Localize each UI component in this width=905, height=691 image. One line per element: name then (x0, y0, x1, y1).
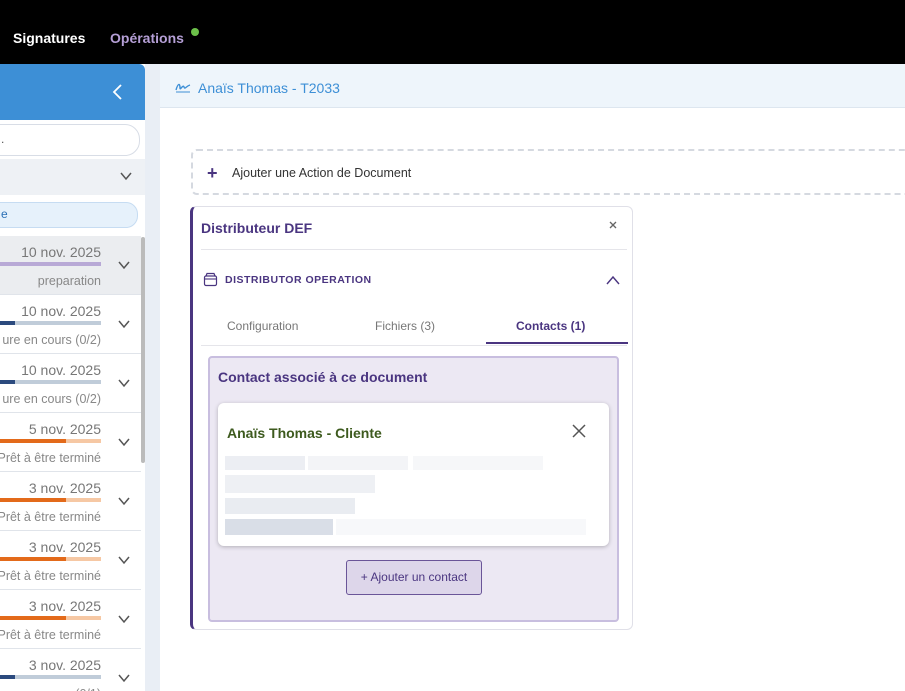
redacted-contact-detail (225, 456, 305, 470)
row-progress-bar (0, 557, 101, 561)
row-date: 10 nov. 2025 (21, 244, 101, 260)
tab-contacts[interactable]: Contacts (1) (516, 319, 585, 333)
nav-signatures[interactable]: Signatures (13, 30, 85, 46)
row-status: Prêt à être terminé (0, 628, 101, 642)
tab-files[interactable]: Fichiers (3) (375, 319, 435, 333)
main-panel: Anaïs Thomas - T2033 + Ajouter une Actio… (160, 64, 905, 691)
sidebar-search-value: . (1, 132, 5, 146)
row-progress-bar (0, 498, 101, 502)
sidebar-operation-row[interactable]: 3 nov. 2025 ure en cours (0/1) (0, 649, 141, 691)
row-progress-bar (0, 380, 101, 384)
redacted-contact-detail (413, 456, 543, 470)
row-status: ure en cours (0/1) (2, 687, 101, 691)
chevron-down-icon (120, 172, 132, 181)
section-label: DISTRIBUTOR OPERATION (225, 274, 372, 286)
sidebar-operation-row[interactable]: 10 nov. 2025 ure en cours (0/2) (0, 354, 141, 413)
sidebar-operation-row[interactable]: 3 nov. 2025 Prêt à être terminé (0, 531, 141, 590)
row-progress-fill (0, 262, 101, 266)
close-icon[interactable] (608, 220, 618, 230)
contacts-section-title: Contact associé à ce document (218, 369, 428, 385)
card-title: Distributeur DEF (201, 220, 313, 236)
sidebar-operation-list: 10 nov. 2025 preparation 10 nov. 2025 ure e… (0, 236, 141, 691)
sidebar-operation-row[interactable]: 3 nov. 2025 Prêt à être terminé (0, 590, 141, 649)
row-progress-fill (0, 616, 66, 620)
chevron-down-icon[interactable] (117, 317, 131, 331)
row-date: 3 nov. 2025 (28, 480, 101, 496)
card-tabs: Configuration Fichiers (3) Contacts (1) (201, 311, 628, 346)
row-date: 10 nov. 2025 (21, 362, 101, 378)
redacted-contact-detail (336, 519, 586, 535)
sidebar-search-input[interactable]: . (0, 124, 140, 156)
row-date: 3 nov. 2025 (28, 657, 101, 673)
chevron-down-icon[interactable] (117, 612, 131, 626)
chevron-left-icon[interactable] (110, 83, 126, 101)
chevron-down-icon[interactable] (117, 435, 131, 449)
sidebar-scrollbar[interactable] (141, 237, 145, 463)
sidebar-operation-row[interactable]: 10 nov. 2025 preparation (0, 236, 141, 295)
add-contact-button[interactable]: + Ajouter un contact (346, 560, 482, 595)
row-date: 5 nov. 2025 (28, 421, 101, 437)
redacted-contact-detail (225, 519, 333, 535)
redacted-contact-detail (225, 475, 375, 493)
chevron-down-icon[interactable] (117, 376, 131, 390)
chevron-up-icon[interactable] (606, 274, 620, 286)
contact-card: Anaïs Thomas - Cliente (218, 403, 609, 546)
chevron-down-icon[interactable] (117, 553, 131, 567)
row-progress-fill (0, 675, 16, 679)
main-header: Anaïs Thomas - T2033 (160, 64, 905, 108)
row-progress-fill (0, 498, 66, 502)
row-date: 3 nov. 2025 (28, 598, 101, 614)
chevron-down-icon[interactable] (117, 494, 131, 508)
sidebar-header (0, 64, 145, 120)
contacts-section: Contact associé à ce document Anaïs Thom… (208, 356, 619, 622)
row-progress-bar (0, 321, 101, 325)
row-date: 3 nov. 2025 (28, 539, 101, 555)
tab-configuration[interactable]: Configuration (227, 319, 298, 333)
remove-contact-icon[interactable] (571, 423, 587, 439)
row-progress-fill (0, 321, 16, 325)
add-contact-label: + Ajouter un contact (360, 570, 468, 584)
contact-name: Anaïs Thomas - Cliente (227, 425, 382, 441)
nav-operations[interactable]: Opérations (110, 30, 184, 46)
chevron-down-icon[interactable] (117, 258, 131, 272)
archive-box-icon (203, 272, 218, 287)
card-divider (201, 249, 627, 250)
row-status: ure en cours (0/2) (2, 392, 101, 406)
row-progress-bar (0, 616, 101, 620)
page-title: Anaïs Thomas - T2033 (198, 80, 340, 96)
sidebar: . e 10 nov. 2025 preparation 10 nov. 2025 u… (0, 64, 145, 691)
add-document-action-label: Ajouter une Action de Document (232, 166, 412, 180)
redacted-contact-detail (308, 456, 408, 470)
signature-icon (175, 83, 191, 93)
document-action-card: Distributeur DEF DISTRIBUTOR OPERATION C… (190, 206, 633, 630)
active-tab-indicator (486, 342, 628, 344)
add-document-action-button[interactable]: + Ajouter une Action de Document (191, 149, 905, 195)
row-date: 10 nov. 2025 (21, 303, 101, 319)
row-progress-bar (0, 675, 101, 679)
plus-icon: + (207, 163, 218, 183)
row-status: Prêt à être terminé (0, 569, 101, 583)
row-status: Prêt à être terminé (0, 451, 101, 465)
row-progress-fill (0, 439, 66, 443)
sidebar-operation-row[interactable]: 3 nov. 2025 Prêt à être terminé (0, 472, 141, 531)
row-status: Prêt à être terminé (0, 510, 101, 524)
sidebar-filter-dropdown[interactable] (0, 159, 145, 195)
operations-status-dot (191, 28, 199, 36)
row-progress-bar (0, 439, 101, 443)
chevron-down-icon[interactable] (117, 671, 131, 685)
sidebar-operation-row[interactable]: 5 nov. 2025 Prêt à être terminé (0, 413, 141, 472)
sidebar-filter-chip-label: e (1, 207, 8, 221)
row-status: preparation (37, 274, 101, 288)
row-status: ure en cours (0/2) (2, 333, 101, 347)
sidebar-operation-row[interactable]: 10 nov. 2025 ure en cours (0/2) (0, 295, 141, 354)
row-progress-fill (0, 557, 66, 561)
redacted-contact-detail (225, 498, 355, 514)
row-progress-fill (0, 380, 16, 384)
top-nav-bar: Signatures Opérations (0, 0, 905, 64)
sidebar-filter-chip[interactable]: e (0, 202, 138, 228)
row-progress-bar (0, 262, 101, 266)
